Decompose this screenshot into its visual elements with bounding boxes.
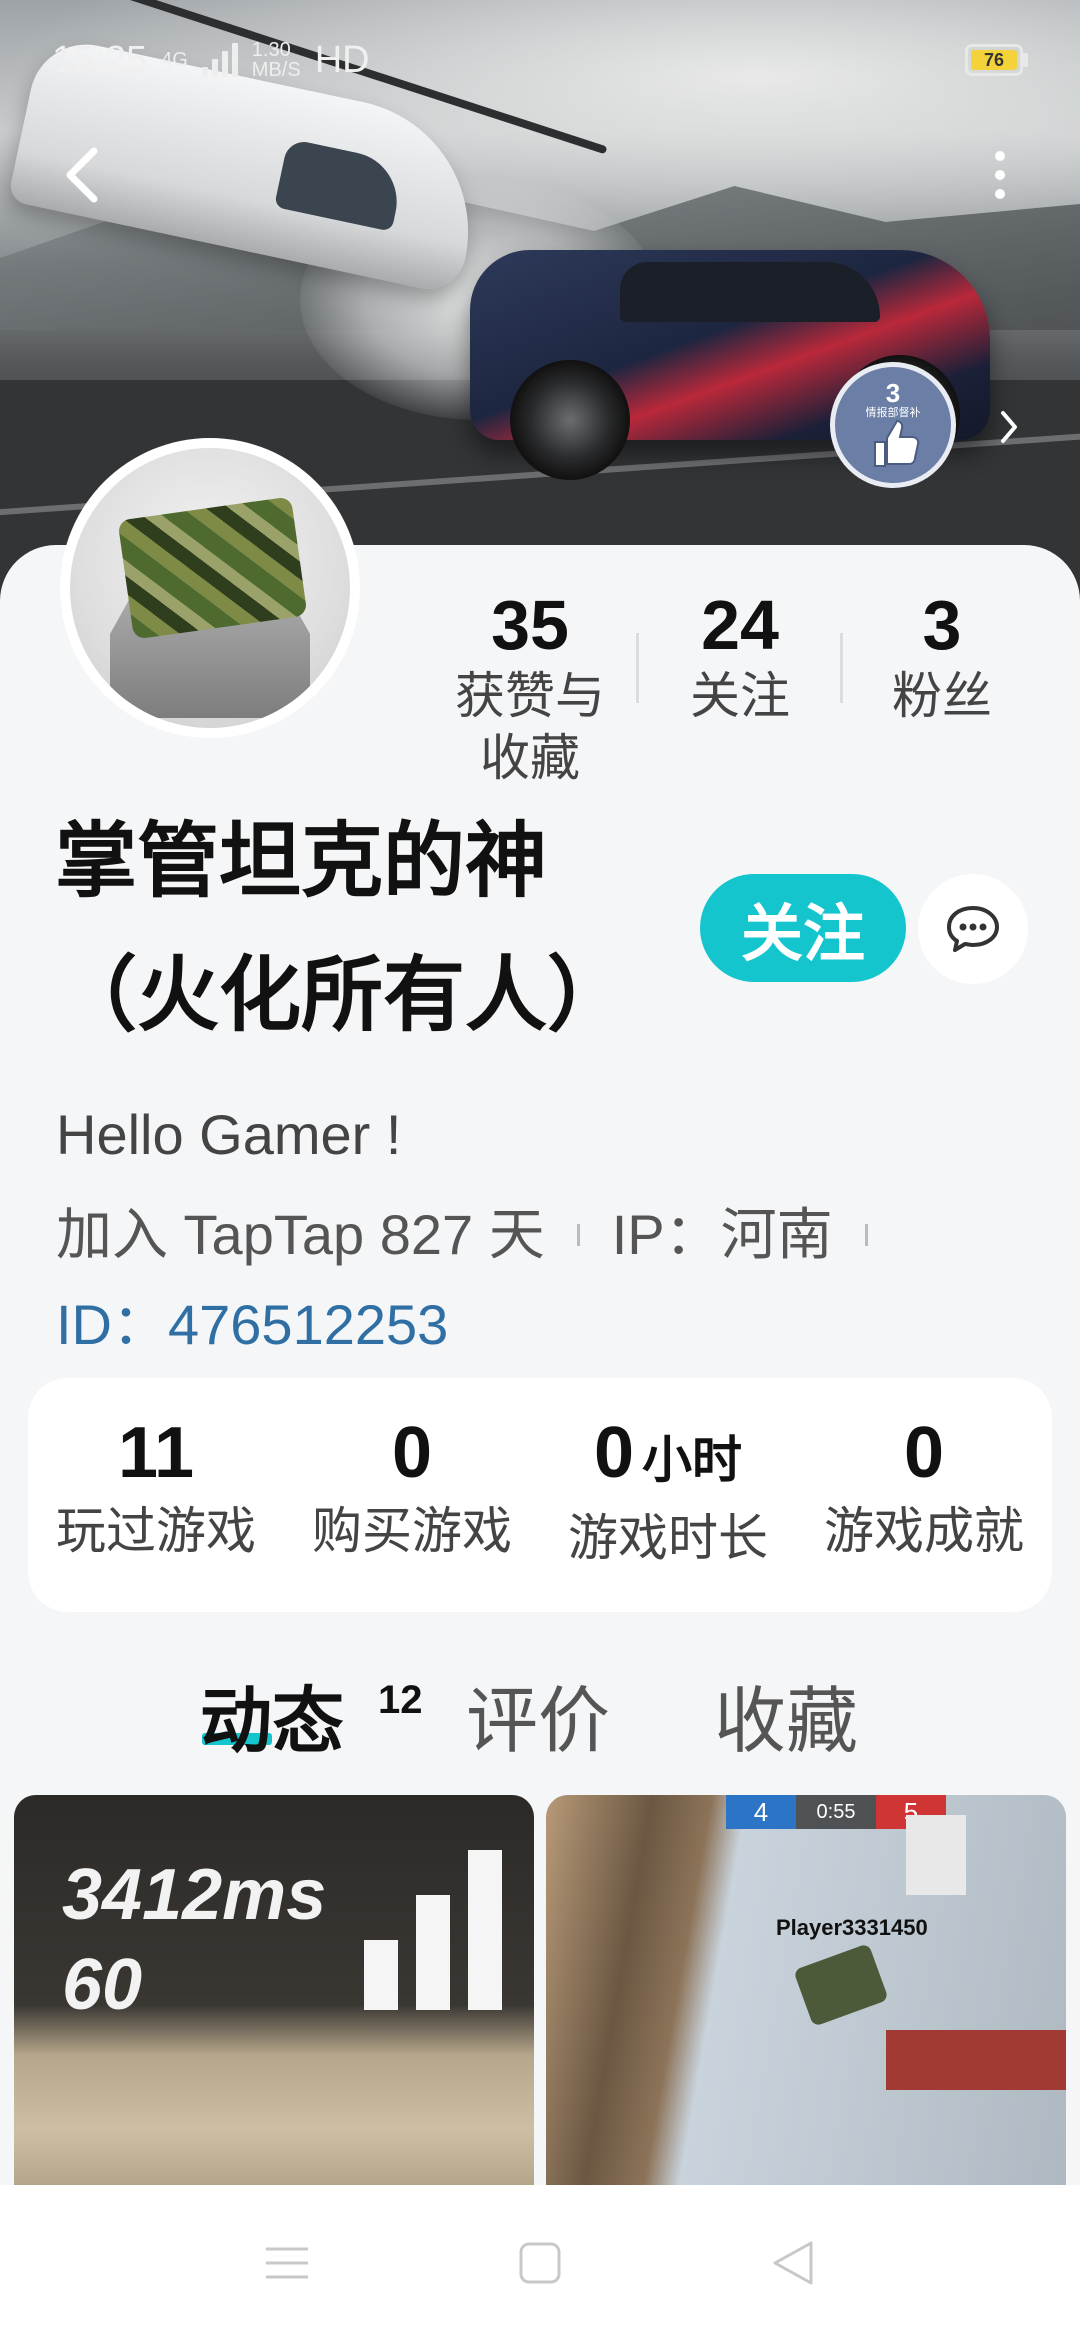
stat-fans-label: 粉丝: [892, 668, 992, 724]
back-button[interactable]: [52, 140, 112, 210]
stat-following-value: 24: [701, 586, 779, 664]
like-badge[interactable]: 3 情报部督补: [830, 362, 956, 488]
network-speed-value: 1.30: [251, 39, 291, 61]
stat-likes-label: 获赞与收藏: [455, 668, 605, 786]
bio-text: Hello Gamer !: [56, 1103, 402, 1166]
game-stat-played-value: 11: [117, 1413, 195, 1493]
meta-divider: [576, 1224, 580, 1246]
post-ping-text: 3412ms: [62, 1855, 327, 1935]
drift-car-window: [620, 262, 880, 322]
network-speed-unit: MB/S: [251, 59, 301, 81]
game-container: [886, 2030, 1066, 2090]
game-stat-playtime-unit: 小时: [642, 1432, 743, 1488]
game-stat-achievements-value: 0: [903, 1413, 945, 1493]
stat-divider: [636, 633, 639, 703]
game-stats-panel: 11 玩过游戏 0 购买游戏 0 小时 游戏时长 0 游戏成就: [28, 1378, 1052, 1612]
badge-arrow-button[interactable]: [994, 405, 1024, 449]
game-stat-played-label: 玩过游戏: [56, 1503, 256, 1559]
game-stat-purchased[interactable]: 0 购买游戏: [284, 1408, 540, 1564]
stat-likes[interactable]: 35 获赞与收藏: [440, 585, 620, 789]
status-bar: 15:25 4G 1.30 MB/S HD 76: [0, 0, 1080, 120]
badge-label: 情报部督补: [865, 407, 921, 419]
status-time: 15:25: [52, 38, 148, 81]
game-tank: [793, 1943, 889, 2027]
chevron-left-icon: [66, 147, 98, 203]
post-thumbnail[interactable]: 4 0:55 5 Player3331450: [546, 1795, 1066, 2215]
chat-bubble-icon: [947, 906, 999, 952]
stat-following-label: 关注: [690, 668, 790, 724]
car-wheel-front: [510, 360, 630, 480]
game-crate: [906, 1815, 966, 1895]
stat-fans[interactable]: 3 粉丝: [862, 585, 1022, 727]
hd-indicator: HD: [314, 38, 370, 81]
network-type: 4G: [161, 49, 188, 71]
post-match-time: 0:55: [796, 1795, 876, 1829]
stat-divider: [840, 633, 843, 703]
chevron-right-icon: [1001, 411, 1017, 443]
nav-home-button[interactable]: [500, 2223, 580, 2303]
tab-reviews[interactable]: 评价: [466, 1672, 610, 1772]
game-stat-playtime-value: 0: [593, 1413, 635, 1493]
tab-activity[interactable]: 动态: [200, 1672, 344, 1772]
tank-icon: [117, 496, 308, 640]
join-days: 加入 TapTap 827 天: [56, 1203, 545, 1266]
avatar[interactable]: [60, 438, 360, 738]
game-stat-playtime[interactable]: 0 小时 游戏时长: [540, 1408, 796, 1571]
post-player-name: Player3331450: [776, 1915, 928, 1940]
system-nav-bar: [0, 2185, 1080, 2340]
tab-favorites[interactable]: 收藏: [714, 1672, 858, 1772]
post-thumbnail[interactable]: 3412ms 60: [14, 1795, 534, 2215]
game-stat-purchased-label: 购买游戏: [312, 1503, 512, 1559]
signal-bars-icon: [364, 1850, 502, 2010]
network-speed: 1.30 MB/S: [252, 40, 301, 80]
avatar-image: [70, 448, 350, 728]
status-left: 15:25 4G 1.30 MB/S HD: [52, 39, 370, 82]
message-button[interactable]: [918, 874, 1028, 984]
post-blue-score: 4: [726, 1795, 796, 1829]
game-stat-purchased-value: 0: [391, 1413, 433, 1493]
post-fps-text: 60: [62, 1945, 143, 2025]
tab-activity-count: 12: [378, 1678, 423, 1722]
signal-icon: [201, 43, 238, 77]
profile-meta: 加入 TapTap 827 天 IP：河南: [56, 1195, 868, 1275]
game-stat-playtime-label: 游戏时长: [568, 1510, 768, 1566]
battery-level: 76: [971, 50, 1017, 70]
battery-icon: 76: [965, 44, 1028, 76]
content-tabs: 动态 评价 收藏: [0, 1672, 1080, 1772]
username: 掌管坦克的神（火化所有人）: [55, 816, 630, 1041]
thumbs-up-icon: [874, 420, 920, 467]
follow-button[interactable]: 关注: [700, 874, 906, 982]
more-vertical-icon: [995, 151, 1005, 161]
game-stat-achievements[interactable]: 0 游戏成就: [796, 1408, 1052, 1564]
ip-location: IP：河南: [611, 1203, 833, 1266]
game-stat-achievements-label: 游戏成就: [824, 1503, 1024, 1559]
back-triangle-icon: [773, 2241, 813, 2284]
badge-count: 3: [885, 378, 901, 408]
game-stat-played[interactable]: 11 玩过游戏: [28, 1408, 284, 1564]
user-id[interactable]: ID：476512253: [56, 1285, 448, 1365]
nav-menu-button[interactable]: [247, 2223, 327, 2303]
stat-likes-value: 35: [491, 586, 569, 664]
home-square-icon: [519, 2242, 561, 2283]
stat-following[interactable]: 24 关注: [660, 585, 820, 727]
stat-fans-value: 3: [922, 586, 962, 664]
more-button[interactable]: [975, 140, 1025, 210]
nav-back-button[interactable]: [753, 2223, 833, 2303]
meta-divider: [864, 1224, 868, 1246]
menu-icon: [265, 2247, 308, 2278]
